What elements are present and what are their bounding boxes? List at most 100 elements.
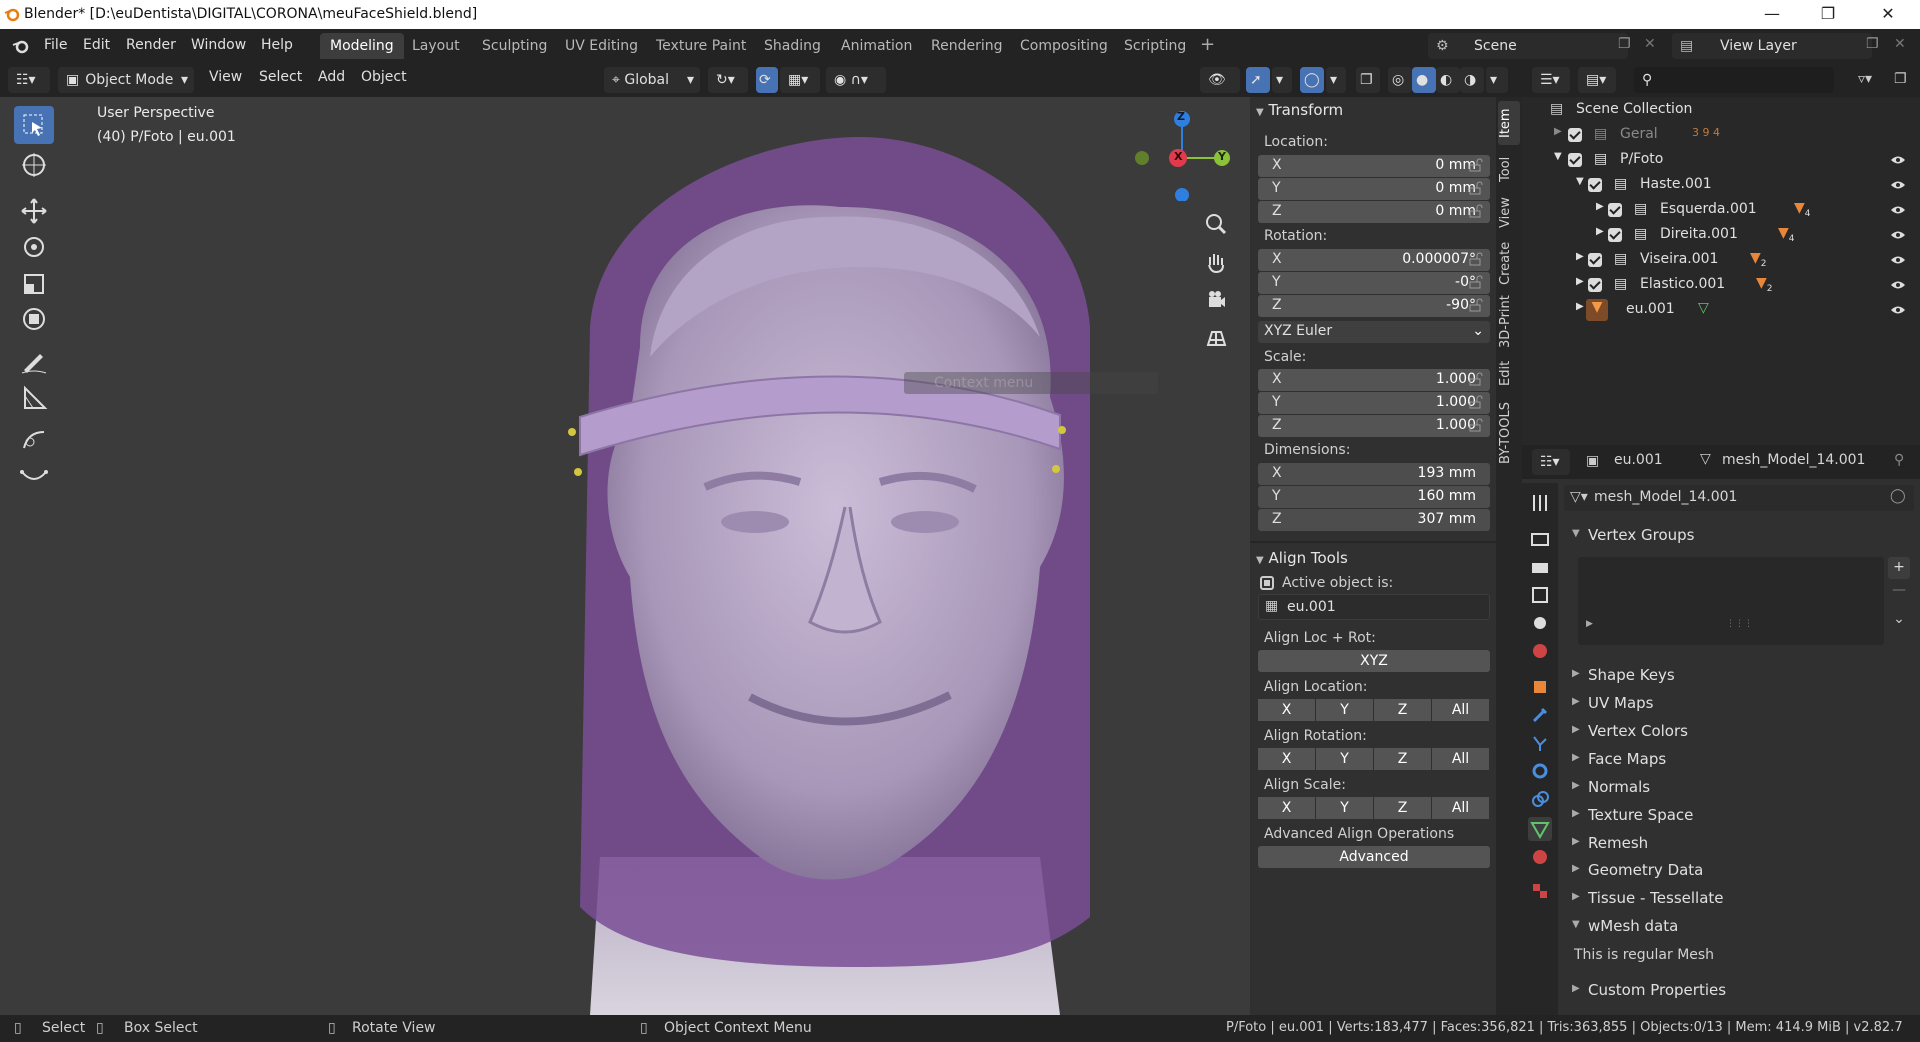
tab-by-tools[interactable]: BY-TOOLS — [1498, 395, 1520, 471]
align-rotation-x-button[interactable]: X — [1258, 748, 1315, 770]
expand-arrow-icon[interactable]: ▶ — [1554, 126, 1562, 137]
outliner-row[interactable]: ▶ ▤ Esquerda.001 ▼4 — [1522, 198, 1920, 223]
align-rotation-all-button[interactable]: All — [1432, 748, 1489, 770]
measure-tool-icon[interactable] — [14, 378, 54, 416]
view-layer-tab-icon[interactable] — [1528, 583, 1552, 607]
section-geometry-data[interactable]: ▶ Geometry Data — [1564, 858, 1914, 884]
lock-icon[interactable] — [1468, 297, 1484, 313]
eye-icon[interactable] — [1890, 180, 1906, 190]
align-scale-all-button[interactable]: All — [1432, 797, 1489, 819]
viewport-menu-view[interactable]: View — [209, 69, 242, 85]
vertex-group-menu-icon[interactable]: ⌄ — [1888, 609, 1910, 631]
tab-rendering[interactable]: Rendering — [921, 33, 1013, 59]
checkbox-icon[interactable] — [1588, 253, 1602, 267]
world-tab-icon[interactable] — [1528, 639, 1552, 663]
align-rotation-y-button[interactable]: Y — [1316, 748, 1373, 770]
menu-help[interactable]: Help — [261, 37, 293, 53]
eye-icon[interactable] — [1890, 280, 1906, 290]
section-wmesh-data[interactable]: ▼ wMesh data — [1564, 914, 1914, 940]
checkbox-icon[interactable] — [1588, 178, 1602, 192]
viewport-menu-select[interactable]: Select — [259, 69, 302, 85]
align-rotation-z-button[interactable]: Z — [1374, 748, 1431, 770]
delete-view-layer-icon[interactable]: ✕ — [1894, 36, 1906, 52]
lock-icon[interactable] — [1468, 180, 1484, 196]
new-collection-icon[interactable]: ❐ — [1894, 71, 1907, 87]
viewport-menu-object[interactable]: Object — [361, 69, 407, 85]
section-shape-keys[interactable]: ▶ Shape Keys — [1564, 663, 1914, 689]
view-layer-selector[interactable]: ▤ View Layer — [1672, 33, 1872, 59]
menu-edit[interactable]: Edit — [83, 37, 110, 53]
checkbox-icon[interactable] — [1568, 128, 1582, 142]
shading-menu-icon[interactable]: ▾ — [1486, 67, 1508, 93]
dimension-z-field[interactable]: Z 307 mm — [1258, 509, 1490, 531]
physics-tab-icon[interactable] — [1528, 759, 1552, 783]
viewport-menu-add[interactable]: Add — [318, 69, 345, 85]
section-remesh[interactable]: ▶ Remesh — [1564, 831, 1914, 857]
gizmo-menu-icon[interactable]: ▾ — [1272, 67, 1292, 93]
checkbox-icon[interactable] — [1608, 228, 1622, 242]
section-normals[interactable]: ▶ Normals — [1564, 775, 1914, 801]
menu-file[interactable]: File — [44, 37, 67, 53]
location-y-field[interactable]: Y0 mm — [1258, 178, 1490, 200]
expand-arrow-icon[interactable]: ▶ — [1576, 251, 1584, 262]
remove-vertex-group-button[interactable]: — — [1888, 580, 1910, 602]
align-location-x-button[interactable]: X — [1258, 699, 1315, 721]
mode-selector[interactable]: ▣ Object Mode ▾ — [58, 67, 194, 93]
snap-target-icon[interactable]: ▦▾ — [780, 67, 820, 93]
pan-hand-icon[interactable] — [1199, 245, 1233, 279]
section-vertex-colors[interactable]: ▶ Vertex Colors — [1564, 719, 1914, 745]
tab-modeling[interactable]: Modeling — [320, 33, 404, 59]
section-uv-maps[interactable]: ▶ UV Maps — [1564, 691, 1914, 717]
dimension-x-field[interactable]: X 193 mm — [1258, 463, 1490, 485]
tab-texture-paint[interactable]: Texture Paint — [646, 33, 756, 59]
3d-viewport[interactable]: User Perspective (40) P/Foto | eu.001 Co… — [0, 97, 1250, 1015]
tab-compositing[interactable]: Compositing — [1010, 33, 1118, 59]
menu-render[interactable]: Render — [126, 37, 176, 53]
tab-scripting[interactable]: Scripting — [1114, 33, 1196, 59]
rotation-mode-dropdown[interactable]: XYZ Euler ⌄ — [1258, 321, 1490, 343]
visibility-icon[interactable]: 👁▾ — [1200, 67, 1240, 114]
transform-panel-header[interactable]: ▼ Transform — [1256, 97, 1496, 123]
tab-view[interactable]: View — [1498, 193, 1520, 233]
constraints-tab-icon[interactable] — [1528, 787, 1552, 811]
outliner-row[interactable]: ▶ ▤ Geral 3 9 4 — [1522, 123, 1920, 148]
align-location-z-button[interactable]: Z — [1374, 699, 1431, 721]
lock-icon[interactable] — [1468, 157, 1484, 173]
new-scene-icon[interactable]: ❐ — [1618, 36, 1631, 52]
menu-window[interactable]: Window — [191, 37, 246, 53]
eye-icon[interactable] — [1890, 230, 1906, 240]
scale-y-field[interactable]: Y 1.000 — [1258, 392, 1490, 414]
move-tool-icon[interactable] — [14, 192, 54, 230]
expand-arrow-icon[interactable]: ▶ — [1596, 201, 1604, 212]
outliner-row[interactable]: ▤ Scene Collection — [1522, 98, 1920, 123]
data-tab-icon[interactable] — [1528, 817, 1552, 841]
dimension-y-field[interactable]: Y 160 mm — [1258, 486, 1490, 508]
texture-tab-icon[interactable] — [1528, 879, 1552, 903]
minimize-button[interactable]: — — [1744, 0, 1800, 29]
add-curve-tool-icon[interactable] — [14, 456, 54, 494]
close-button[interactable]: ✕ — [1860, 0, 1916, 29]
solid-shading-icon[interactable]: ● — [1412, 67, 1436, 93]
rotation-x-field[interactable]: X 0.000007° — [1258, 249, 1490, 271]
lock-icon[interactable] — [1468, 394, 1484, 410]
delete-scene-icon[interactable]: ✕ — [1644, 36, 1656, 52]
mesh-datablock-field[interactable]: ▽▾ mesh_Model_14.001 ◯ — [1564, 485, 1914, 511]
expand-arrow-icon[interactable]: ▼ — [1576, 176, 1584, 187]
eye-icon[interactable] — [1890, 155, 1906, 165]
expand-arrow-icon[interactable]: ▶ — [1576, 276, 1584, 287]
section-vertex-groups[interactable]: ▼ Vertex Groups — [1564, 523, 1914, 549]
list-expand-icon[interactable]: ▶ — [1586, 619, 1593, 629]
overlays-toggle-icon[interactable]: ◯ — [1300, 67, 1324, 93]
eye-icon[interactable] — [1890, 205, 1906, 215]
new-view-layer-icon[interactable]: ❐ — [1866, 36, 1879, 52]
lock-icon[interactable] — [1468, 251, 1484, 267]
object-tab-icon[interactable] — [1528, 675, 1552, 699]
context-object-label[interactable]: eu.001 — [1614, 452, 1663, 468]
wireframe-shading-icon[interactable]: ◎ — [1388, 67, 1412, 93]
advanced-button[interactable]: Advanced — [1258, 846, 1490, 868]
fake-user-icon[interactable]: ◯ — [1890, 488, 1906, 504]
rotation-y-field[interactable]: Y -0° — [1258, 272, 1490, 294]
location-x-field[interactable]: X0 mm — [1258, 155, 1490, 177]
blender-menu-icon[interactable] — [12, 37, 30, 55]
checkbox-icon[interactable] — [1608, 203, 1622, 217]
